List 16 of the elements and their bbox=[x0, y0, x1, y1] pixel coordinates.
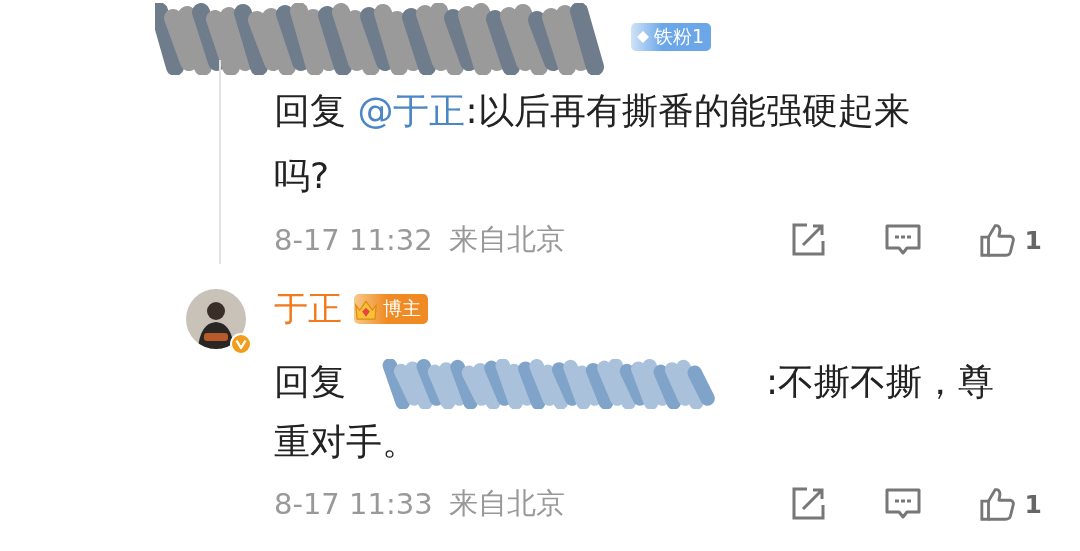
comment-text: 回复 :不撕不撕，尊重对手。 bbox=[274, 358, 996, 464]
thumbs-up-icon[interactable] bbox=[978, 485, 1017, 523]
like-count: 1 bbox=[1024, 225, 1042, 255]
comment-text: 回复 @于正:以后再有撕番的能强硬起来吗? bbox=[274, 89, 911, 198]
like-count: 1 bbox=[1024, 489, 1042, 519]
diamond-icon bbox=[635, 29, 651, 45]
timestamp: 8-17 11:33 bbox=[274, 487, 433, 521]
timestamp: 8-17 11:32 bbox=[274, 223, 433, 257]
location: 来自北京 bbox=[448, 485, 565, 522]
location: 来自北京 bbox=[448, 221, 565, 258]
person-silhouette-icon bbox=[186, 289, 246, 349]
mention-link[interactable]: @于正 bbox=[357, 90, 466, 131]
thumbs-up-icon[interactable] bbox=[978, 221, 1017, 259]
fan-badge: 铁粉1 bbox=[631, 23, 712, 51]
blogger-badge: 博主 bbox=[354, 294, 428, 324]
author-name[interactable]: 于正 bbox=[274, 286, 342, 332]
